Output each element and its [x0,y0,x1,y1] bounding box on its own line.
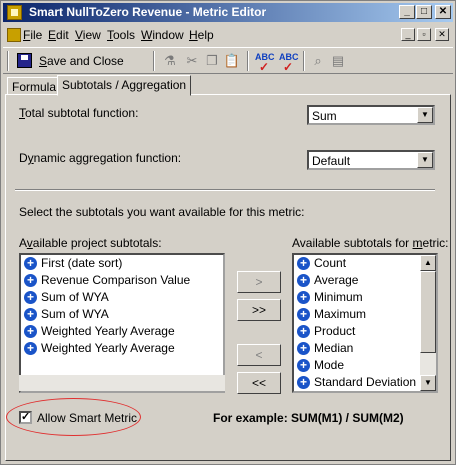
list-item[interactable]: + Weighted Yearly Average [21,323,223,340]
list-item[interactable]: + Revenue Comparison Value [21,272,223,289]
menu-window[interactable]: Window [141,28,184,42]
find-icon[interactable]: ⌕ [309,52,327,70]
metric-subtotals-list[interactable]: + Count + Average + Minimum + Maximum + Produ… [292,253,438,393]
remove-button[interactable]: < [237,344,281,366]
scroll-down-icon[interactable]: ▼ [420,375,436,391]
minimize-button[interactable]: _ [399,5,415,19]
save-icon [17,53,32,68]
add-plus-icon: + [24,325,37,338]
add-plus-icon: + [24,274,37,287]
spell-check-all-icon[interactable]: ABC ✓ [279,52,299,73]
save-and-close-button[interactable]: Save and Close [15,51,127,71]
chevron-down-icon[interactable]: ▼ [417,152,433,168]
section-divider [15,189,435,191]
total-subtotal-value: Sum [312,109,337,123]
insert-function-icon[interactable]: ⚗ [161,52,179,70]
maximize-button[interactable]: □ [416,5,432,19]
metric-subtotals-vscroll[interactable]: ▲ ▼ [420,255,436,391]
close-button[interactable]: ✕ [435,5,451,19]
chevron-down-icon[interactable]: ▼ [417,107,433,123]
menu-view[interactable]: View [75,28,101,42]
example-text: For example: SUM(M1) / SUM(M2) [213,411,404,425]
project-subtotals-hscroll[interactable] [19,375,225,391]
menu-file[interactable]: File [23,28,42,42]
menu-bar: File Edit View Tools Window Help _ ▫ ✕ [3,25,453,45]
add-plus-icon: + [24,257,37,270]
list-item[interactable]: + Median [294,340,436,357]
add-plus-icon: + [297,342,310,355]
cut-icon[interactable]: ✂ [183,52,201,70]
tab-subtotals-aggregation[interactable]: Subtotals / Aggregation [57,75,192,96]
toolbar-separator [303,51,305,71]
toolbar-separator [247,51,249,71]
document-icon [7,28,21,42]
menu-edit[interactable]: Edit [48,28,69,42]
dynamic-aggregation-value: Default [312,154,351,168]
total-subtotal-label: Total subtotal function: [19,106,139,120]
instruction-text: Select the subtotals you want available … [19,205,305,219]
add-plus-icon: + [297,274,310,287]
dynamic-aggregation-label: Dynamic aggregation function: [19,151,182,165]
copy-icon[interactable]: ❐ [203,52,221,70]
metric-editor-window: Smart NullToZero Revenue - Metric Editor… [0,0,456,465]
menu-help[interactable]: Help [189,28,214,42]
toolbar-grip [7,51,9,71]
list-item[interactable]: + Maximum [294,306,436,323]
list-item[interactable]: + Product [294,323,436,340]
add-plus-icon: + [24,291,37,304]
available-metric-subtotals-label: Available subtotals for metric: [292,236,449,250]
add-plus-icon: + [297,257,310,270]
list-item[interactable]: + Standard Deviation [294,374,436,391]
spell-check-icon[interactable]: ABC ✓ [255,52,275,73]
list-item[interactable]: + Average [294,272,436,289]
list-item[interactable]: + Weighted Yearly Average [21,340,223,357]
add-plus-icon: + [297,325,310,338]
add-plus-icon: + [297,376,310,389]
available-project-subtotals-label: Available project subtotals: [19,236,162,250]
add-plus-icon: + [297,291,310,304]
doc-close-button[interactable]: ✕ [435,28,449,41]
remove-all-button[interactable]: << [237,372,281,394]
list-item[interactable]: + Sum of WYA [21,306,223,323]
add-plus-icon: + [297,308,310,321]
highlight-annotation [6,398,141,436]
list-item[interactable]: + Sum of WYA [21,289,223,306]
save-and-close-label: Save and Close [39,54,124,68]
toolbar: Save and Close ⚗ ✂ ❐ 📋 ABC ✓ ABC ✓ ⌕ ▤ [3,47,453,74]
add-plus-icon: + [24,342,37,355]
template-icon[interactable]: ▤ [329,52,347,70]
scroll-thumb[interactable] [420,271,436,353]
paste-icon[interactable]: 📋 [223,52,241,70]
tab-formula[interactable]: Formula [7,77,62,95]
app-icon [7,5,22,20]
window-title: Smart NullToZero Revenue - Metric Editor [29,5,267,19]
doc-minimize-button[interactable]: _ [401,28,415,41]
toolbar-separator [153,51,155,71]
menu-tools[interactable]: Tools [107,28,135,42]
total-subtotal-select[interactable]: Sum ▼ [307,105,435,125]
add-button[interactable]: > [237,271,281,293]
list-item[interactable]: + Count [294,255,436,272]
list-item[interactable]: + Minimum [294,289,436,306]
add-all-button[interactable]: >> [237,299,281,321]
add-plus-icon: + [24,308,37,321]
doc-restore-button[interactable]: ▫ [417,28,431,41]
scroll-up-icon[interactable]: ▲ [420,255,436,271]
dynamic-aggregation-select[interactable]: Default ▼ [307,150,435,170]
list-item[interactable]: + Mode [294,357,436,374]
project-subtotals-list[interactable]: + First (date sort) + Revenue Comparison V… [19,253,225,393]
add-plus-icon: + [297,359,310,372]
list-item[interactable]: + First (date sort) [21,255,223,272]
title-bar[interactable]: Smart NullToZero Revenue - Metric Editor… [3,3,453,22]
